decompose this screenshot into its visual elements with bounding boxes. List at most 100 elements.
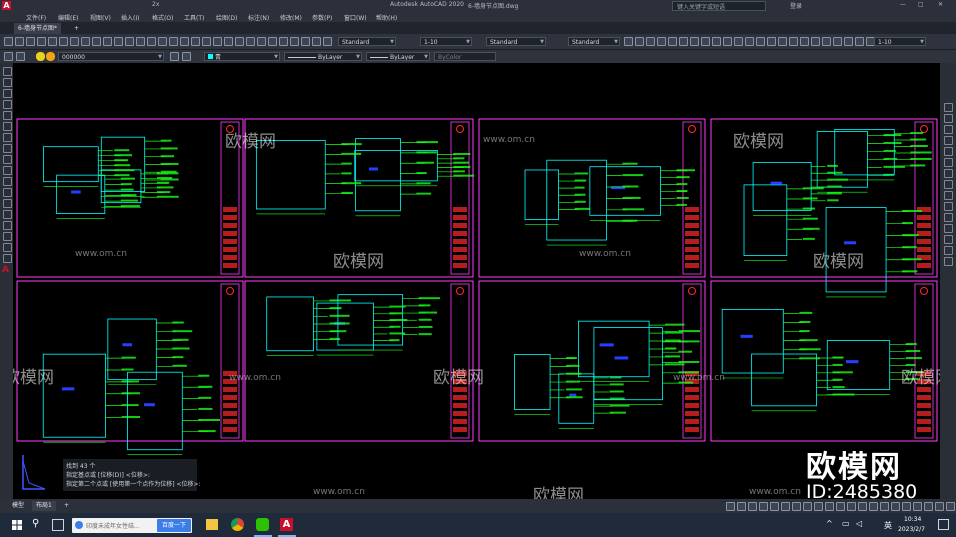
toolbar-tool-icon[interactable]: [213, 37, 222, 46]
toolbar-tool-icon[interactable]: [136, 37, 145, 46]
toolbar-tool-icon[interactable]: [268, 37, 277, 46]
toolbar-tool-icon[interactable]: [756, 37, 765, 46]
status-toggle-icon[interactable]: [946, 502, 955, 511]
toolbar-tool-icon[interactable]: [15, 37, 24, 46]
draw-tool-icon[interactable]: [3, 67, 12, 76]
toolbar-tool-icon[interactable]: [59, 37, 68, 46]
chrome-icon[interactable]: [231, 518, 244, 531]
modify-tool-icon[interactable]: [944, 213, 953, 222]
toolbar-tool-icon[interactable]: [26, 37, 35, 46]
status-toggle-icon[interactable]: [891, 502, 900, 511]
draw-tool-icon[interactable]: [3, 155, 12, 164]
menu-edit[interactable]: 编辑(E): [58, 13, 78, 22]
toolbar-tool-icon[interactable]: [290, 37, 299, 46]
modify-tool-icon[interactable]: [944, 257, 953, 266]
toolbar-tool-icon[interactable]: [734, 37, 743, 46]
menu-dimension[interactable]: 标注(N): [248, 13, 269, 22]
draw-tool-icon[interactable]: [3, 166, 12, 175]
status-toggle-icon[interactable]: [814, 502, 823, 511]
modify-tool-icon[interactable]: [944, 235, 953, 244]
layer-properties-icon[interactable]: [4, 52, 13, 61]
toolbar-tool-icon[interactable]: [301, 37, 310, 46]
login-link[interactable]: 登录: [790, 1, 802, 10]
toolbar-tool-icon[interactable]: [191, 37, 200, 46]
draw-tool-icon[interactable]: [3, 221, 12, 230]
dim-style-select[interactable]: Standard ▼: [486, 37, 546, 46]
toolbar-tool-icon[interactable]: [48, 37, 57, 46]
autocad-taskbar-icon[interactable]: A: [280, 518, 293, 531]
toolbar-tool-icon[interactable]: [635, 37, 644, 46]
clock-date[interactable]: 2023/2/7: [898, 526, 925, 533]
toolbar-tool-icon[interactable]: [855, 37, 864, 46]
status-toggle-icon[interactable]: [737, 502, 746, 511]
toolbar-tool-icon[interactable]: [690, 37, 699, 46]
toolbar-tool-icon[interactable]: [723, 37, 732, 46]
dim-scale-select[interactable]: 1-10 ▼: [420, 37, 472, 46]
color-select[interactable]: 青 ▼: [204, 52, 280, 61]
clock-time[interactable]: 10:34: [904, 516, 921, 523]
toolbar-tool-icon[interactable]: [202, 37, 211, 46]
draw-tool-icon[interactable]: [3, 210, 12, 219]
make-current-icon[interactable]: [170, 52, 179, 61]
drawing-canvas[interactable]: 欧模网 www.om.cn 欧模网 www.om.cn 欧模网 www.om.c…: [13, 63, 940, 499]
toolbar-tool-icon[interactable]: [169, 37, 178, 46]
status-toggle-icon[interactable]: [847, 502, 856, 511]
modify-tool-icon[interactable]: [944, 169, 953, 178]
sun-icon[interactable]: [46, 52, 55, 61]
web-search-button[interactable]: 百度一下: [157, 519, 191, 532]
menu-view[interactable]: 视图(V): [90, 13, 111, 22]
modify-tool-icon[interactable]: [944, 103, 953, 112]
modify-tool-icon[interactable]: [944, 114, 953, 123]
toolbar-tool-icon[interactable]: [114, 37, 123, 46]
draw-tool-icon[interactable]: [3, 243, 12, 252]
status-toggle-icon[interactable]: [869, 502, 878, 511]
toolbar-tool-icon[interactable]: [4, 37, 13, 46]
toolbar-tool-icon[interactable]: [822, 37, 831, 46]
table-style-select[interactable]: Standard ▼: [568, 37, 620, 46]
match-layer-icon[interactable]: [182, 52, 191, 61]
toolbar-tool-icon[interactable]: [246, 37, 255, 46]
menu-window[interactable]: 窗口(W): [344, 13, 367, 22]
autocad-logo-icon[interactable]: A: [2, 1, 11, 10]
tab-model[interactable]: 模型: [8, 501, 28, 511]
toolbar-tool-icon[interactable]: [103, 37, 112, 46]
toolbar-tool-icon[interactable]: [668, 37, 677, 46]
toolbar-tool-icon[interactable]: [158, 37, 167, 46]
menu-draw[interactable]: 绘图(D): [216, 13, 237, 22]
draw-tool-icon[interactable]: [3, 100, 12, 109]
toolbar-tool-icon[interactable]: [92, 37, 101, 46]
menu-parametric[interactable]: 参数(P): [312, 13, 332, 22]
modify-tool-icon[interactable]: [944, 125, 953, 134]
plotstyle-select[interactable]: ByColor: [434, 52, 496, 61]
tray-arrow-icon[interactable]: ^: [826, 519, 833, 528]
file-explorer-icon[interactable]: [206, 519, 218, 530]
autocad-a-icon[interactable]: A: [2, 266, 11, 275]
search-icon[interactable]: ⚲: [32, 518, 39, 529]
tab-drawing[interactable]: 6-墙身节点图*: [14, 23, 61, 34]
toolbar-tool-icon[interactable]: [257, 37, 266, 46]
task-view-icon[interactable]: [52, 519, 64, 531]
status-toggle-icon[interactable]: [803, 502, 812, 511]
status-toggle-icon[interactable]: [913, 502, 922, 511]
menu-file[interactable]: 文件(F): [26, 13, 46, 22]
status-toggle-icon[interactable]: [792, 502, 801, 511]
modify-tool-icon[interactable]: [944, 147, 953, 156]
status-toggle-icon[interactable]: [825, 502, 834, 511]
toolbar-tool-icon[interactable]: [37, 37, 46, 46]
windows-start-icon[interactable]: [12, 520, 22, 530]
toolbar-tool-icon[interactable]: [312, 37, 321, 46]
modify-tool-icon[interactable]: [944, 224, 953, 233]
toolbar-tool-icon[interactable]: [224, 37, 233, 46]
close-icon[interactable]: ✕: [938, 1, 943, 8]
draw-tool-icon[interactable]: [3, 122, 12, 131]
toolbar-tool-icon[interactable]: [624, 37, 633, 46]
toolbar-tool-icon[interactable]: [279, 37, 288, 46]
network-icon[interactable]: ▭: [842, 519, 850, 528]
layer-state-icon[interactable]: [16, 52, 25, 61]
wechat-icon[interactable]: [256, 518, 269, 531]
toolbar-tool-icon[interactable]: [679, 37, 688, 46]
draw-tool-icon[interactable]: [3, 254, 12, 263]
annotation-scale-select[interactable]: 1-10 ▼: [874, 37, 926, 46]
menu-tools[interactable]: 工具(T): [184, 13, 204, 22]
tab-add-button[interactable]: +: [70, 23, 83, 34]
